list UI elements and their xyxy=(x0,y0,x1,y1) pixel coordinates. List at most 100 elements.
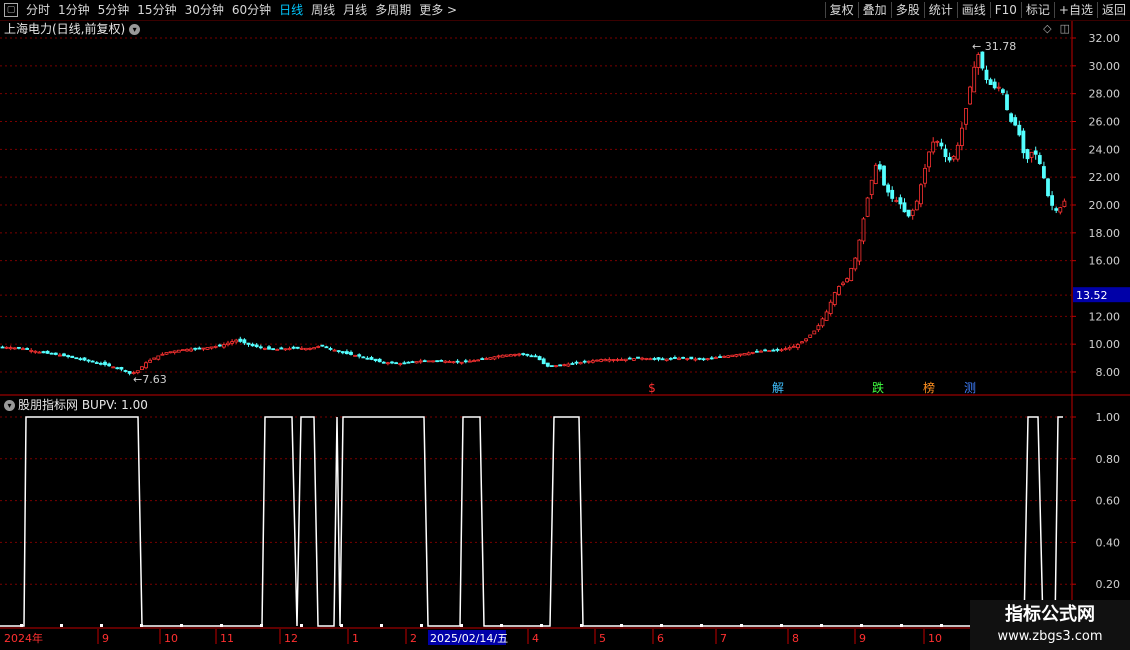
date-label: 9 xyxy=(859,632,866,645)
candle-body xyxy=(160,353,165,356)
candle-body xyxy=(873,164,878,184)
candle-body xyxy=(291,346,296,349)
candle-body xyxy=(996,86,1001,89)
candle-body xyxy=(480,358,485,361)
candle-body xyxy=(837,286,841,295)
candle-body xyxy=(812,330,817,335)
candle-body xyxy=(176,349,181,353)
candle-body xyxy=(660,358,665,361)
candle-body xyxy=(898,197,903,205)
candle-body xyxy=(373,358,378,362)
candle-body xyxy=(332,349,337,352)
candle-body xyxy=(878,164,882,170)
candle-body xyxy=(402,362,407,365)
date-label: 5 xyxy=(599,632,606,645)
date-label: 10 xyxy=(164,632,178,645)
watermark: 指标公式网 www.zbgs3.com xyxy=(970,600,1130,650)
bupv-dot xyxy=(780,624,783,627)
candle-body xyxy=(394,362,399,365)
candle-body xyxy=(558,364,562,367)
candle-body xyxy=(935,140,940,143)
date-label: 2024年 xyxy=(4,631,43,645)
bupv-dot xyxy=(740,624,743,627)
bupv-dot xyxy=(460,624,463,627)
candle-body xyxy=(734,354,739,357)
date-label: 7 xyxy=(720,632,727,645)
candle-body xyxy=(697,357,702,360)
candle-body xyxy=(37,351,42,354)
candle-body xyxy=(197,347,202,350)
date-label: 2025/02/14/五 xyxy=(430,632,508,645)
candle-body xyxy=(947,156,952,161)
candle-body xyxy=(180,349,185,352)
candle-body xyxy=(94,362,99,364)
candle-body xyxy=(58,354,62,357)
price-label: 20.00 xyxy=(1089,199,1121,212)
candle-body xyxy=(1062,200,1067,207)
candle-body xyxy=(824,311,829,321)
candle-body xyxy=(74,357,79,360)
candle-body xyxy=(1013,117,1018,126)
candle-body xyxy=(127,371,132,374)
candle-body xyxy=(668,357,673,360)
candle-body xyxy=(152,357,157,360)
candle-body xyxy=(303,347,308,351)
candle-body xyxy=(586,360,591,363)
candle-body xyxy=(484,358,489,360)
candle-body xyxy=(582,360,587,363)
candle-body xyxy=(976,54,981,68)
candle-body xyxy=(123,370,128,372)
candle-body xyxy=(25,348,30,350)
candle-body xyxy=(533,355,538,358)
candle-body xyxy=(722,355,726,358)
candle-body xyxy=(49,352,54,355)
candle-body xyxy=(718,356,722,358)
kline-chart[interactable]: 32.0030.0028.0026.0024.0022.0020.0018.00… xyxy=(0,0,1130,650)
candle-body xyxy=(476,359,481,362)
candle-body xyxy=(107,363,111,367)
candle-body xyxy=(988,79,993,85)
candle-body xyxy=(857,239,862,262)
candle-body xyxy=(349,351,353,355)
candle-body xyxy=(882,165,886,186)
candle-body xyxy=(931,141,936,153)
candle-body xyxy=(62,353,66,357)
watermark-title: 指标公式网 xyxy=(1005,604,1095,625)
date-label: 4 xyxy=(532,632,539,645)
candle-body xyxy=(714,357,718,359)
candle-body xyxy=(816,325,821,331)
candle-body xyxy=(275,348,280,351)
candle-body xyxy=(644,358,649,360)
candle-body xyxy=(78,358,83,361)
candle-body xyxy=(254,344,259,348)
candle-body xyxy=(611,359,616,361)
candle-body xyxy=(279,347,284,350)
price-label: 10.00 xyxy=(1089,338,1121,351)
candle-body xyxy=(16,346,21,349)
candle-body xyxy=(656,357,661,360)
date-label: 11 xyxy=(220,632,234,645)
candle-body xyxy=(344,351,349,355)
bupv-dot xyxy=(380,624,383,627)
candle-body xyxy=(910,209,915,216)
indicator-label: 1.00 xyxy=(1096,411,1121,424)
candle-body xyxy=(90,360,95,363)
candle-body xyxy=(250,343,255,347)
candle-body xyxy=(566,363,571,367)
candle-body xyxy=(467,360,472,363)
candle-body xyxy=(906,209,911,217)
candle-body xyxy=(591,360,595,363)
candle-body xyxy=(927,151,931,168)
candle-body xyxy=(508,354,513,357)
bupv-dot xyxy=(220,624,223,627)
candle-body xyxy=(513,353,517,356)
candle-body xyxy=(820,318,825,327)
candle-body xyxy=(230,341,235,344)
candle-body xyxy=(750,351,755,354)
date-label: 1 xyxy=(352,632,359,645)
candle-body xyxy=(369,357,374,360)
candle-body xyxy=(324,346,329,349)
candle-body xyxy=(443,360,448,363)
candle-body xyxy=(951,156,956,160)
candle-body xyxy=(615,359,620,361)
